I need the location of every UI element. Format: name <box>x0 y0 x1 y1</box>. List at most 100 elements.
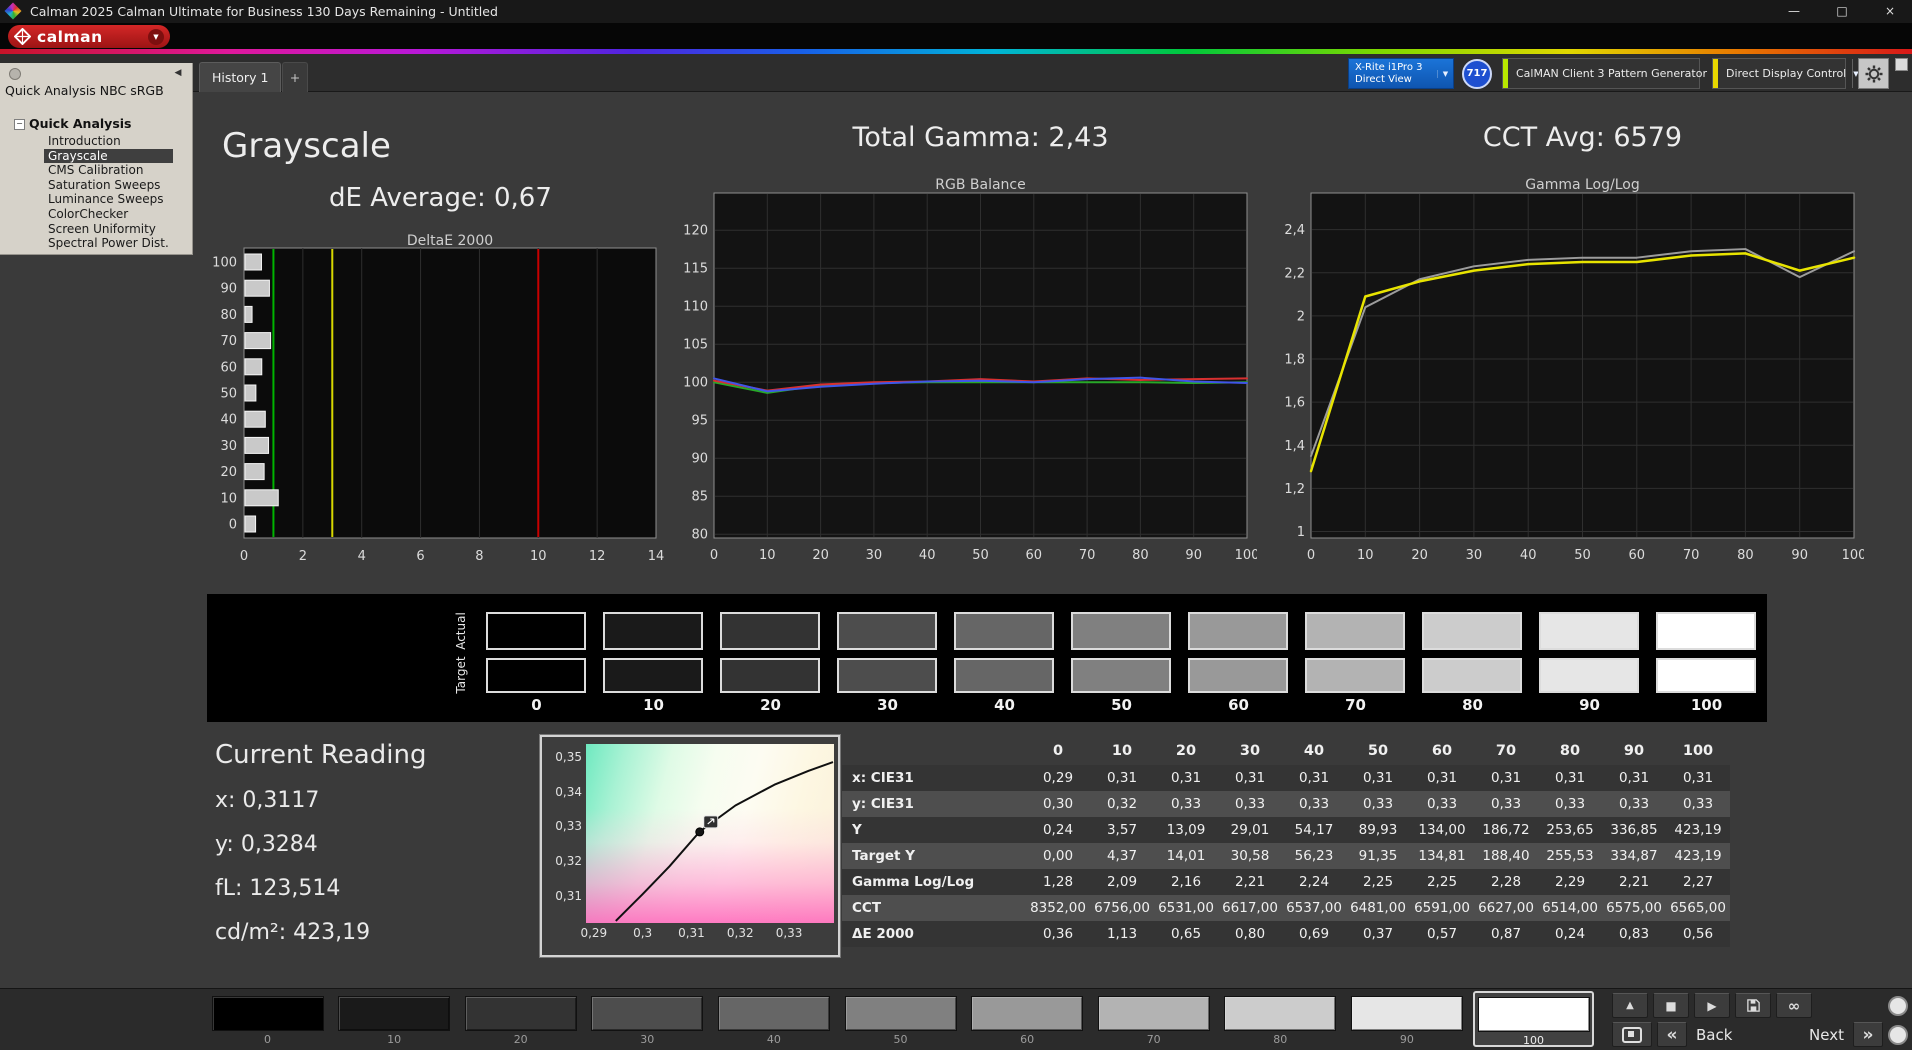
svg-text:30: 30 <box>1466 548 1483 563</box>
grayscale-patch-slot-100: 100 <box>1648 594 1765 722</box>
svg-text:50: 50 <box>220 387 237 402</box>
settings-button[interactable] <box>1858 58 1889 89</box>
pattern-button-30[interactable]: 30 <box>587 991 708 1047</box>
toolbar-overflow-button[interactable] <box>1895 58 1908 71</box>
pattern-button-90[interactable]: 90 <box>1346 991 1467 1047</box>
sidebar-item-colorchecker[interactable]: ColorChecker <box>44 207 173 222</box>
collapse-sidebar-button[interactable]: ◀ <box>170 66 186 80</box>
display-control-label: Direct Display Control <box>1718 67 1852 80</box>
maximize-button[interactable]: □ <box>1820 0 1864 23</box>
table-cell: 0,24 <box>1538 921 1602 947</box>
grayscale-patch-slot-80: 80 <box>1414 594 1531 722</box>
sidebar-item-screen-uniformity[interactable]: Screen Uniformity <box>44 222 173 237</box>
svg-text:10: 10 <box>759 548 776 563</box>
tree-expander-icon[interactable]: − <box>14 119 25 130</box>
sidebar-item-luminance-sweeps[interactable]: Luminance Sweeps <box>44 192 173 207</box>
svg-text:90: 90 <box>1185 548 1202 563</box>
stop-button[interactable]: ■ <box>1653 993 1689 1018</box>
pattern-button-70[interactable]: 70 <box>1093 991 1214 1047</box>
pattern-button-20[interactable]: 20 <box>460 991 581 1047</box>
table-cell: 0,31 <box>1218 765 1282 791</box>
add-tab-button[interactable]: + <box>282 62 308 92</box>
table-cell: 255,53 <box>1538 843 1602 869</box>
sidebar-item-cms-calibration[interactable]: CMS Calibration <box>44 163 173 178</box>
svg-text:8: 8 <box>475 549 483 564</box>
svg-text:80: 80 <box>220 308 237 323</box>
row-label: CCT <box>842 895 1026 921</box>
tab-history-1[interactable]: History 1 <box>199 62 281 92</box>
actual-patch <box>1656 612 1756 650</box>
column-header: 10 <box>1090 737 1154 765</box>
svg-text:60: 60 <box>1026 548 1043 563</box>
pattern-swatch <box>971 996 1083 1031</box>
transport-controls: ▲ ■ ▶ ∞ « Back Next <box>1612 992 1908 1048</box>
table-cell: 6627,00 <box>1474 895 1538 921</box>
pattern-button-60[interactable]: 60 <box>967 991 1088 1047</box>
table-cell: 0,33 <box>1666 791 1730 817</box>
pattern-level-label: 10 <box>335 1033 454 1046</box>
gamma-loglog-chart: 11,21,41,61,822,22,401020304050607080901… <box>1267 185 1864 572</box>
grayscale-patch-slot-20: 20 <box>712 594 829 722</box>
pin-button[interactable] <box>9 68 21 80</box>
table-cell: 2,21 <box>1218 869 1282 895</box>
table-cell: 30,58 <box>1218 843 1282 869</box>
table-cell: 6531,00 <box>1154 895 1218 921</box>
chevron-right-icon: » <box>1863 1025 1874 1045</box>
back-chevron-button[interactable]: « <box>1657 1022 1687 1047</box>
reading-fl: fL: 123,514 <box>215 876 426 901</box>
pattern-button-80[interactable]: 80 <box>1220 991 1341 1047</box>
sidebar-item-grayscale[interactable]: Grayscale <box>44 149 173 164</box>
svg-text:12: 12 <box>589 549 606 564</box>
actual-patch <box>1071 612 1171 650</box>
deltae-chart: 024681012141009080706050403020100 <box>190 240 666 576</box>
table-cell: 0,31 <box>1538 765 1602 791</box>
svg-text:1,8: 1,8 <box>1284 353 1305 368</box>
grayscale-patch-slot-10: 10 <box>595 594 712 722</box>
pattern-window-button[interactable] <box>1612 1022 1652 1047</box>
sidebar-item-saturation-sweeps[interactable]: Saturation Sweeps <box>44 178 173 193</box>
display-control-selector[interactable]: Direct Display Control ▼ <box>1712 58 1846 89</box>
svg-text:40: 40 <box>1520 548 1537 563</box>
status-indicator-bottom[interactable] <box>1888 1025 1908 1045</box>
table-row-target-y: Target Y0,004,3714,0130,5856,2391,35134,… <box>842 843 1730 869</box>
target-patch <box>1422 658 1522 693</box>
target-row-label: Target <box>454 653 468 697</box>
patch-level-label: 60 <box>1180 696 1297 714</box>
back-button[interactable]: Back <box>1692 1026 1736 1044</box>
minimize-button[interactable]: — <box>1772 0 1816 23</box>
pattern-button-40[interactable]: 40 <box>713 991 834 1047</box>
sidebar-item-spectral-power-dist[interactable]: Spectral Power Dist. <box>44 236 173 251</box>
row-label: Y <box>842 817 1026 843</box>
table-cell: 134,00 <box>1410 817 1474 843</box>
sidebar-root-node[interactable]: Quick Analysis <box>29 116 132 131</box>
status-indicator-top[interactable] <box>1888 996 1908 1016</box>
next-chevron-button[interactable]: » <box>1853 1022 1883 1047</box>
play-button[interactable]: ▶ <box>1694 993 1730 1018</box>
close-button[interactable]: × <box>1868 0 1912 23</box>
meter-selector[interactable]: X-Rite i1Pro 3 Direct View ▼ <box>1348 58 1454 89</box>
cie-ytick: 0,34 <box>542 785 582 799</box>
table-cell: 0,83 <box>1602 921 1666 947</box>
pattern-button-0[interactable]: 0 <box>207 991 328 1047</box>
table-cell: 0,33 <box>1538 791 1602 817</box>
table-cell: 0,33 <box>1282 791 1346 817</box>
table-cell: 423,19 <box>1666 817 1730 843</box>
cie-xtick: 0,33 <box>769 926 809 940</box>
table-cell: 6756,00 <box>1090 895 1154 921</box>
pattern-generator-selector[interactable]: CalMAN Client 3 Pattern Generator ▼ <box>1502 58 1700 89</box>
column-header: 20 <box>1154 737 1218 765</box>
meter-status-badge[interactable]: 717 <box>1462 59 1492 89</box>
target-patch <box>1071 658 1171 693</box>
pattern-button-10[interactable]: 10 <box>334 991 455 1047</box>
pattern-level-label: 40 <box>714 1033 833 1046</box>
svg-text:20: 20 <box>1411 548 1428 563</box>
column-header: 70 <box>1474 737 1538 765</box>
sidebar-item-introduction[interactable]: Introduction <box>44 134 173 149</box>
next-button[interactable]: Next <box>1805 1026 1848 1044</box>
eject-button[interactable]: ▲ <box>1612 993 1648 1018</box>
link-button[interactable]: ∞ <box>1776 993 1812 1018</box>
pattern-button-50[interactable]: 50 <box>840 991 961 1047</box>
save-button[interactable] <box>1735 993 1771 1018</box>
calman-menu-button[interactable]: calman ▼ <box>8 25 170 48</box>
pattern-button-100[interactable]: 100 <box>1473 991 1594 1047</box>
